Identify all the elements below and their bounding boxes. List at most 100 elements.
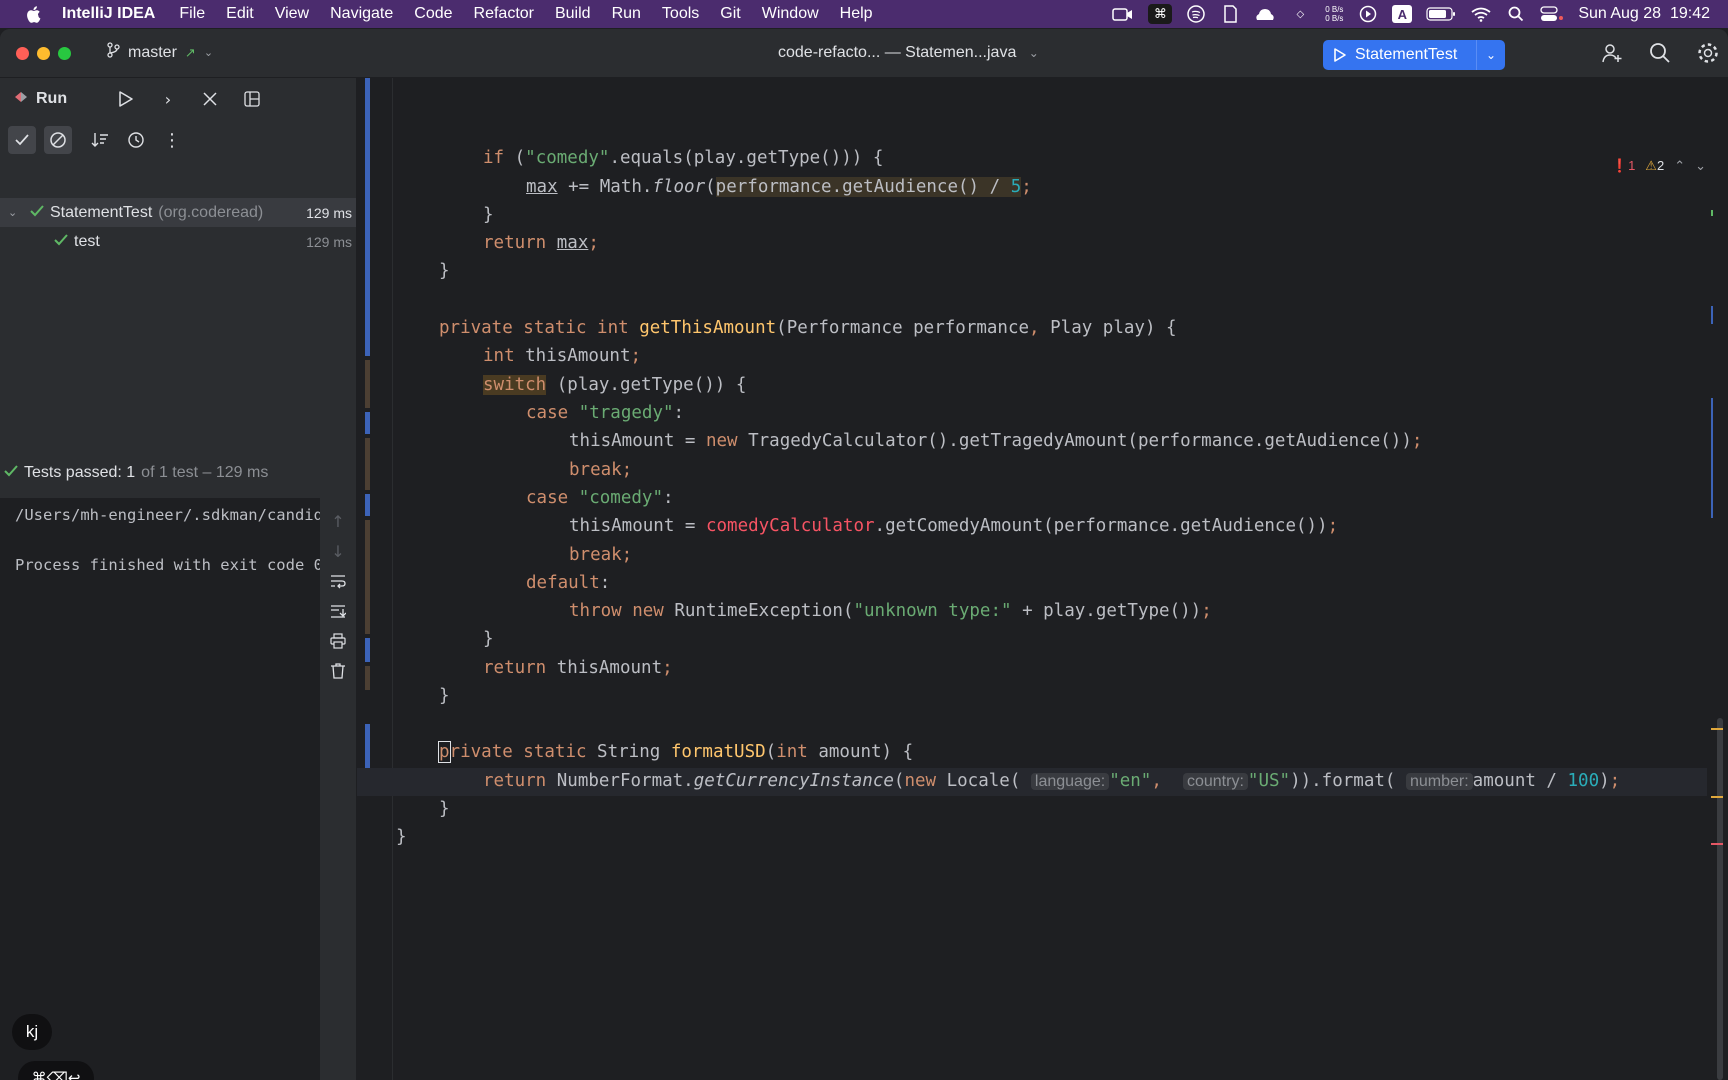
chevron-down-icon[interactable]: ⌄ <box>1695 158 1706 174</box>
apple-icon[interactable] <box>22 3 44 25</box>
play-circle-icon[interactable] <box>1358 4 1378 24</box>
more-options-icon[interactable]: ⋮ <box>158 126 186 154</box>
clipboard-icon[interactable] <box>1220 4 1240 24</box>
menubar-datetime[interactable]: Sun Aug 28 19:42 <box>1578 4 1710 24</box>
minimize-window-button[interactable] <box>37 47 50 60</box>
vcs-change-marker[interactable] <box>365 520 370 634</box>
menu-app-name[interactable]: IntelliJ IDEA <box>62 5 155 23</box>
title-bar: master ↗ ⌄ code-refacto... — Statemen...… <box>0 29 1728 78</box>
scroll-thumb[interactable] <box>1717 718 1723 1080</box>
vcs-change-marker[interactable] <box>365 438 370 490</box>
diamond-icon[interactable]: ◇ <box>1290 4 1310 24</box>
console-output[interactable]: /Users/mh-engineer/.sdkman/candidates/ja… <box>0 498 320 1080</box>
code-line: private static int getThisAmount(Perform… <box>439 318 1177 338</box>
test-status-bar: Tests passed: 1 of 1 test – 129 ms <box>4 464 268 482</box>
show-ignored-icon[interactable] <box>44 126 72 154</box>
menu-help[interactable]: Help <box>840 5 873 23</box>
run-tab-label: Run <box>36 90 68 107</box>
menu-refactor[interactable]: Refactor <box>474 5 534 23</box>
layout-icon[interactable] <box>236 83 268 115</box>
chevron-up-icon[interactable]: ⌃ <box>1674 158 1685 174</box>
code-line: thisAmount = new TragedyCalculator().get… <box>569 431 1423 451</box>
test-duration: 129 ms <box>306 233 352 250</box>
code-editor[interactable]: ❗1 ⚠2 ⌃ ⌄ if ("comedy".equals(play.getTy… <box>357 78 1728 1080</box>
history-icon[interactable] <box>122 126 150 154</box>
code-line: return thisAmount; <box>483 658 673 678</box>
vcs-change-marker[interactable] <box>365 494 370 516</box>
editor-scrollbar[interactable] <box>1709 78 1727 1080</box>
run-config-button[interactable]: StatementTest <box>1323 46 1476 64</box>
menu-tools[interactable]: Tools <box>662 5 699 23</box>
warning-icon: ⚠2 <box>1645 158 1665 173</box>
net-download: 0 B/s <box>1325 14 1344 23</box>
settings-gear-icon[interactable] <box>1696 41 1720 65</box>
keystroke-overlay-shortcut: ⌘⌫↩ <box>18 1061 94 1080</box>
add-user-icon[interactable] <box>1600 41 1624 65</box>
cloud-app-icon[interactable] <box>1254 4 1276 24</box>
code-line: case "tragedy": <box>526 403 685 423</box>
search-icon[interactable] <box>1506 4 1526 24</box>
git-branch-widget[interactable]: master ↗ ⌄ <box>106 42 213 63</box>
control-center-icon[interactable] <box>1540 4 1564 24</box>
menu-window[interactable]: Window <box>762 5 819 23</box>
vcs-change-marker[interactable] <box>365 78 370 356</box>
tree-item-test[interactable]: test 129 ms <box>0 227 356 256</box>
test-method-name: test <box>74 232 100 250</box>
error-count: 1 <box>1628 158 1636 173</box>
input-source-icon[interactable]: A <box>1392 5 1413 23</box>
warning-count: 2 <box>1656 158 1665 173</box>
spotify-icon[interactable] <box>1186 4 1206 24</box>
test-class-package: (org.coderead) <box>158 203 264 221</box>
menu-navigate[interactable]: Navigate <box>330 5 393 23</box>
chevron-down-icon: ⌄ <box>8 207 18 219</box>
vcs-change-marker[interactable] <box>365 412 370 434</box>
network-speed: 0 B/s 0 B/s <box>1324 4 1344 24</box>
vcs-change-marker[interactable] <box>365 360 370 408</box>
menu-code[interactable]: Code <box>414 5 452 23</box>
tree-item-statementtest[interactable]: ⌄ StatementTest (org.coderead) 129 ms <box>0 198 356 227</box>
error-marker <box>1711 843 1723 845</box>
keystroke-overlay-key: kj <box>12 1014 52 1050</box>
search-everywhere-icon[interactable] <box>1648 41 1672 65</box>
wifi-icon[interactable] <box>1470 4 1492 24</box>
print-icon[interactable] <box>327 630 349 652</box>
run-config-dropdown[interactable]: ⌄ <box>1476 40 1505 70</box>
chevron-right-icon[interactable]: › <box>152 83 184 115</box>
tests-passed-detail: of 1 test – 129 ms <box>141 464 269 481</box>
param-hint-number: number: <box>1405 773 1473 790</box>
command-key-icon[interactable]: ⌘ <box>1148 4 1173 24</box>
run-tab-title[interactable]: Run <box>14 90 94 109</box>
sort-icon[interactable] <box>86 126 114 154</box>
arrow-up-icon[interactable]: ↑ <box>327 510 349 532</box>
menu-run[interactable]: Run <box>612 5 641 23</box>
arrow-down-icon[interactable]: ↓ <box>327 540 349 562</box>
trash-icon[interactable] <box>327 660 349 682</box>
test-duration: 129 ms <box>306 204 352 221</box>
zoom-window-button[interactable] <box>58 47 71 60</box>
vcs-change-marker[interactable] <box>365 666 370 690</box>
code-line: } <box>439 799 450 819</box>
scroll-to-end-icon[interactable] <box>327 600 349 622</box>
vcs-change-marker[interactable] <box>365 638 370 662</box>
window-title[interactable]: code-refacto... — Statemen...java ⌄ <box>778 44 1039 62</box>
menu-edit[interactable]: Edit <box>226 5 254 23</box>
menu-view[interactable]: View <box>275 5 309 23</box>
menu-build[interactable]: Build <box>555 5 591 23</box>
code-line: int thisAmount; <box>483 346 642 366</box>
push-arrow-icon: ↗ <box>184 44 196 60</box>
close-window-button[interactable] <box>16 47 29 60</box>
menu-git[interactable]: Git <box>720 5 740 23</box>
close-icon[interactable] <box>194 83 226 115</box>
run-configuration-widget: StatementTest ⌄ <box>1323 40 1505 70</box>
rerun-icon[interactable] <box>110 83 142 115</box>
inspection-widget[interactable]: ❗1 ⚠2 ⌃ ⌄ <box>1612 158 1706 174</box>
warning-marker <box>1711 728 1723 730</box>
code-line: if ("comedy".equals(play.getType())) { <box>483 148 884 168</box>
camera-icon[interactable] <box>1112 4 1134 24</box>
menu-file[interactable]: File <box>179 5 205 23</box>
soft-wrap-icon[interactable] <box>327 570 349 592</box>
net-upload: 0 B/s <box>1325 5 1344 14</box>
show-passed-icon[interactable] <box>8 126 36 154</box>
code-line: return max; <box>483 233 599 253</box>
chevron-down-icon: ⌄ <box>1485 48 1497 62</box>
